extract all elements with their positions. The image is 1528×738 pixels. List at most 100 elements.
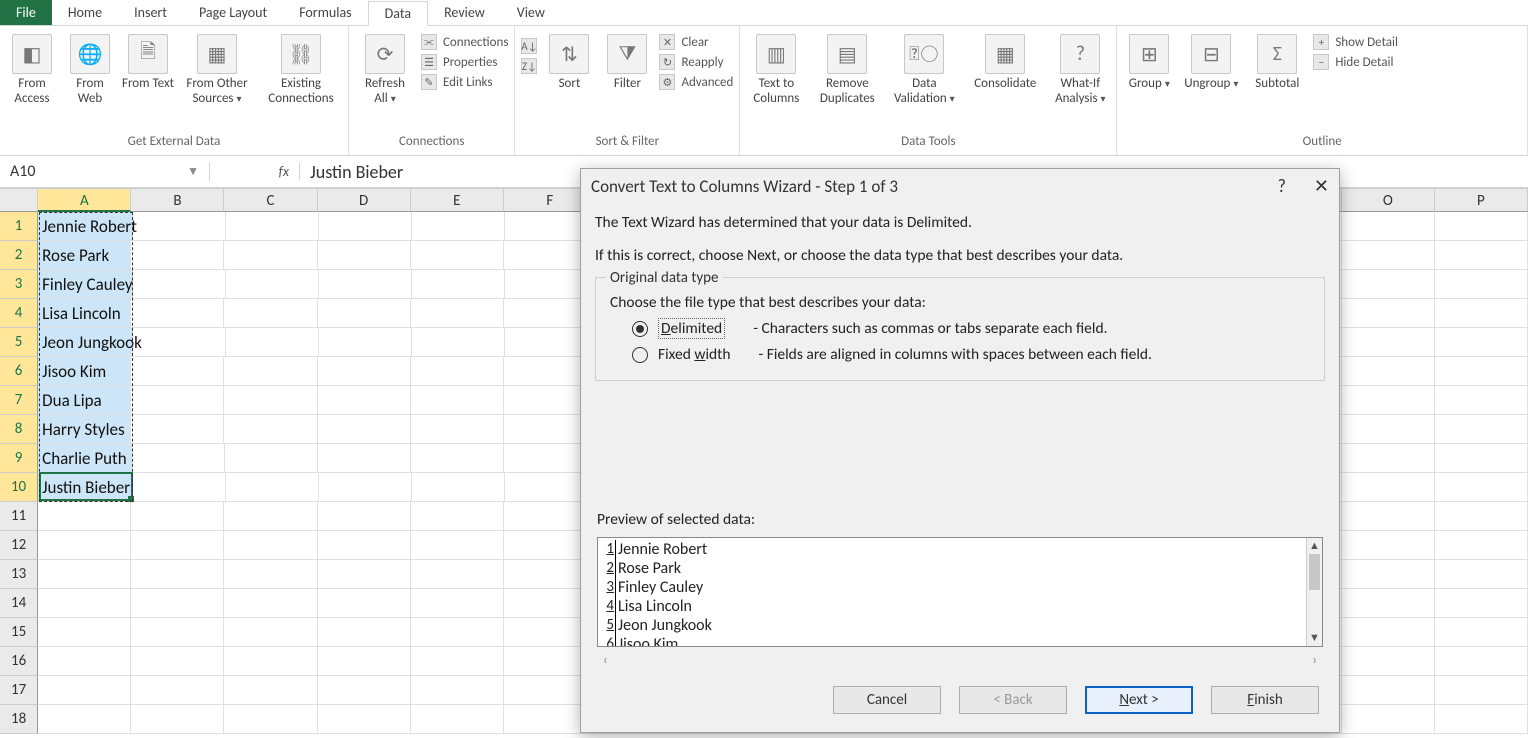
row-header[interactable]: 12	[0, 531, 38, 560]
cell[interactable]	[1342, 415, 1435, 444]
cell[interactable]	[411, 705, 504, 734]
cell[interactable]	[412, 473, 505, 502]
cell[interactable]	[318, 676, 411, 705]
column-header[interactable]: E	[411, 188, 504, 212]
cell[interactable]	[1342, 647, 1435, 676]
cell[interactable]	[38, 589, 131, 618]
cell[interactable]	[224, 647, 317, 676]
remove-duplicates-button[interactable]: ▤Remove Duplicates	[812, 28, 882, 106]
scroll-down-icon[interactable]: ▼	[1307, 630, 1322, 646]
cell[interactable]	[131, 502, 224, 531]
cell[interactable]	[131, 560, 224, 589]
properties-button[interactable]: ☰Properties	[421, 54, 508, 70]
cell[interactable]	[1342, 357, 1435, 386]
edit-links-button[interactable]: ✎Edit Links	[421, 74, 508, 90]
from-text-button[interactable]: 🗎From Text	[122, 28, 174, 91]
cell[interactable]	[133, 328, 226, 357]
cell[interactable]	[1435, 357, 1528, 386]
cell[interactable]	[131, 299, 224, 328]
scroll-right-icon[interactable]: ›	[1312, 651, 1317, 668]
cell[interactable]	[131, 676, 224, 705]
cell[interactable]	[319, 473, 412, 502]
cell[interactable]	[133, 473, 226, 502]
cell[interactable]	[1435, 212, 1528, 241]
cell[interactable]	[1342, 618, 1435, 647]
cell[interactable]	[412, 212, 505, 241]
cell[interactable]: Dua Lipa	[38, 386, 131, 415]
tab-view[interactable]: View	[501, 0, 561, 25]
cell[interactable]	[1342, 270, 1435, 299]
cell[interactable]	[411, 618, 504, 647]
row-header[interactable]: 7	[0, 386, 38, 415]
dialog-titlebar[interactable]: Convert Text to Columns Wizard - Step 1 …	[581, 169, 1339, 203]
cell[interactable]	[226, 473, 319, 502]
cell[interactable]	[1342, 589, 1435, 618]
cell[interactable]: Rose Park	[38, 241, 131, 270]
cell[interactable]	[411, 647, 504, 676]
cell[interactable]	[1342, 299, 1435, 328]
cell[interactable]	[225, 444, 318, 473]
ungroup-button[interactable]: ⊟Ungroup	[1181, 28, 1241, 91]
cell[interactable]	[133, 212, 226, 241]
cell[interactable]	[224, 299, 317, 328]
cell[interactable]	[38, 676, 131, 705]
cell[interactable]	[1435, 270, 1528, 299]
cell[interactable]	[411, 676, 504, 705]
cell[interactable]	[411, 444, 504, 473]
cell[interactable]	[131, 241, 224, 270]
cell[interactable]: Lisa Lincoln	[38, 299, 131, 328]
cell[interactable]	[131, 386, 224, 415]
from-other-sources-button[interactable]: ▦From Other Sources	[180, 28, 254, 106]
row-header[interactable]: 16	[0, 647, 38, 676]
cell[interactable]	[131, 357, 224, 386]
cell[interactable]	[1435, 705, 1528, 734]
close-icon[interactable]: ✕	[1314, 175, 1329, 197]
row-header[interactable]: 18	[0, 705, 38, 734]
cell[interactable]	[318, 589, 411, 618]
cell[interactable]: Jennie Robert	[38, 212, 133, 241]
cell[interactable]	[1342, 502, 1435, 531]
cell[interactable]	[133, 270, 226, 299]
cell[interactable]	[412, 328, 505, 357]
cell[interactable]	[224, 560, 317, 589]
cell[interactable]	[318, 705, 411, 734]
cell[interactable]	[224, 531, 317, 560]
column-header[interactable]: D	[318, 188, 411, 212]
cell[interactable]	[318, 357, 411, 386]
cell[interactable]	[1435, 531, 1528, 560]
cell[interactable]	[318, 502, 411, 531]
hide-detail-button[interactable]: −Hide Detail	[1313, 54, 1398, 70]
tab-insert[interactable]: Insert	[118, 0, 183, 25]
cell[interactable]	[1435, 560, 1528, 589]
data-validation-button[interactable]: ✓⃝Data Validation	[888, 28, 960, 106]
tab-home[interactable]: Home	[52, 0, 118, 25]
cell[interactable]	[318, 415, 411, 444]
select-all-corner[interactable]	[0, 188, 38, 212]
cell[interactable]	[319, 270, 412, 299]
refresh-all-button[interactable]: ⟳Refresh All	[355, 28, 415, 106]
row-header[interactable]: 10	[0, 473, 38, 502]
radio-delimited[interactable]: DDelimitedelimited - Characters such as …	[632, 318, 1314, 339]
row-header[interactable]: 8	[0, 415, 38, 444]
cell[interactable]	[411, 241, 504, 270]
cell[interactable]	[1435, 676, 1528, 705]
cell[interactable]	[319, 212, 412, 241]
existing-connections-button[interactable]: ⛓Existing Connections	[260, 28, 342, 106]
cell[interactable]	[411, 502, 504, 531]
tab-page-layout[interactable]: Page Layout	[183, 0, 283, 25]
cell[interactable]	[224, 589, 317, 618]
row-header[interactable]: 13	[0, 560, 38, 589]
cell[interactable]: Harry Styles	[38, 415, 131, 444]
cell[interactable]	[1342, 531, 1435, 560]
cell[interactable]	[1435, 415, 1528, 444]
cell[interactable]	[318, 386, 411, 415]
cell[interactable]	[1435, 444, 1528, 473]
chevron-down-icon[interactable]: ▼	[187, 164, 199, 179]
cell[interactable]	[411, 589, 504, 618]
cell[interactable]	[411, 299, 504, 328]
cell[interactable]	[1342, 705, 1435, 734]
cell[interactable]: Jeon Jungkook	[38, 328, 133, 357]
scrollbar-horizontal[interactable]: ‹›	[595, 647, 1325, 672]
connections-button[interactable]: ⫘Connections	[421, 34, 508, 50]
cell[interactable]	[1435, 618, 1528, 647]
